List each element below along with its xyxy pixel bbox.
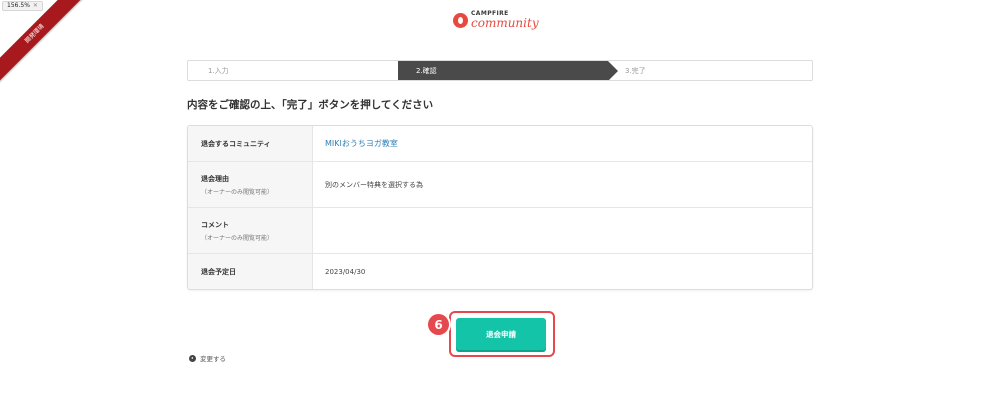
brand-logo[interactable]: CAMPFIRE community bbox=[453, 11, 539, 29]
chevron-left-circle-icon bbox=[189, 354, 196, 362]
row-label-cell: 退会するコミュニティ bbox=[188, 126, 313, 161]
row-label: コメント bbox=[201, 220, 229, 229]
table-row: コメント （オーナーのみ閲覧可能） bbox=[188, 208, 812, 254]
table-row: 退会予定日 2023/04/30 bbox=[188, 254, 812, 289]
dev-ribbon-label: 開発環境 bbox=[0, 0, 87, 86]
row-sublabel: （オーナーのみ閲覧可能） bbox=[201, 188, 274, 196]
page: 開発環境 156.5% ✕ CAMPFIRE community 1.入力 2.… bbox=[0, 0, 1000, 395]
step-confirm: 2.確認 bbox=[398, 61, 618, 80]
row-value-cell: MIKIおうちヨガ教室 bbox=[313, 126, 812, 161]
back-link[interactable]: 変更する bbox=[189, 353, 226, 363]
progress-stepper: 1.入力 2.確認 3.完了 bbox=[187, 60, 813, 81]
step-input: 1.入力 bbox=[208, 66, 229, 75]
confirmation-table: 退会するコミュニティ MIKIおうちヨガ教室 退会理由 （オーナーのみ閲覧可能）… bbox=[187, 125, 813, 290]
step-number-badge: 6 bbox=[428, 314, 449, 335]
step-complete: 3.完了 bbox=[625, 66, 646, 75]
reason-value: 別のメンバー特典を選択する為 bbox=[325, 180, 423, 189]
row-label-cell: 退会予定日 bbox=[188, 254, 313, 289]
community-link[interactable]: MIKIおうちヨガ教室 bbox=[325, 138, 398, 149]
zoom-value: 156.5% bbox=[7, 2, 30, 9]
page-heading: 内容をご確認の上、「完了」ボタンを押してください bbox=[187, 99, 434, 111]
withdraw-request-button[interactable]: 退会申請 bbox=[456, 318, 546, 350]
row-sublabel: （オーナーのみ閲覧可能） bbox=[201, 234, 274, 242]
brand-bottom: community bbox=[471, 16, 539, 30]
row-label-cell: コメント （オーナーのみ閲覧可能） bbox=[188, 208, 313, 253]
dev-ribbon: 開発環境 bbox=[0, 0, 90, 90]
row-value-cell: 2023/04/30 bbox=[313, 254, 812, 289]
campfire-flame-icon bbox=[453, 12, 468, 28]
row-value-cell: 別のメンバー特典を選択する為 bbox=[313, 162, 812, 207]
table-row: 退会するコミュニティ MIKIおうちヨガ教室 bbox=[188, 126, 812, 162]
table-row: 退会理由 （オーナーのみ閲覧可能） 別のメンバー特典を選択する為 bbox=[188, 162, 812, 208]
row-label-cell: 退会理由 （オーナーのみ閲覧可能） bbox=[188, 162, 313, 207]
row-value-cell bbox=[313, 208, 812, 253]
row-label: 退会するコミュニティ bbox=[201, 139, 271, 148]
back-link-label: 変更する bbox=[200, 355, 226, 363]
leave-date-value: 2023/04/30 bbox=[325, 267, 366, 276]
close-icon[interactable]: ✕ bbox=[33, 2, 38, 10]
zoom-badge[interactable]: 156.5% ✕ bbox=[2, 1, 43, 11]
row-label: 退会予定日 bbox=[201, 267, 236, 276]
row-label: 退会理由 bbox=[201, 174, 229, 183]
